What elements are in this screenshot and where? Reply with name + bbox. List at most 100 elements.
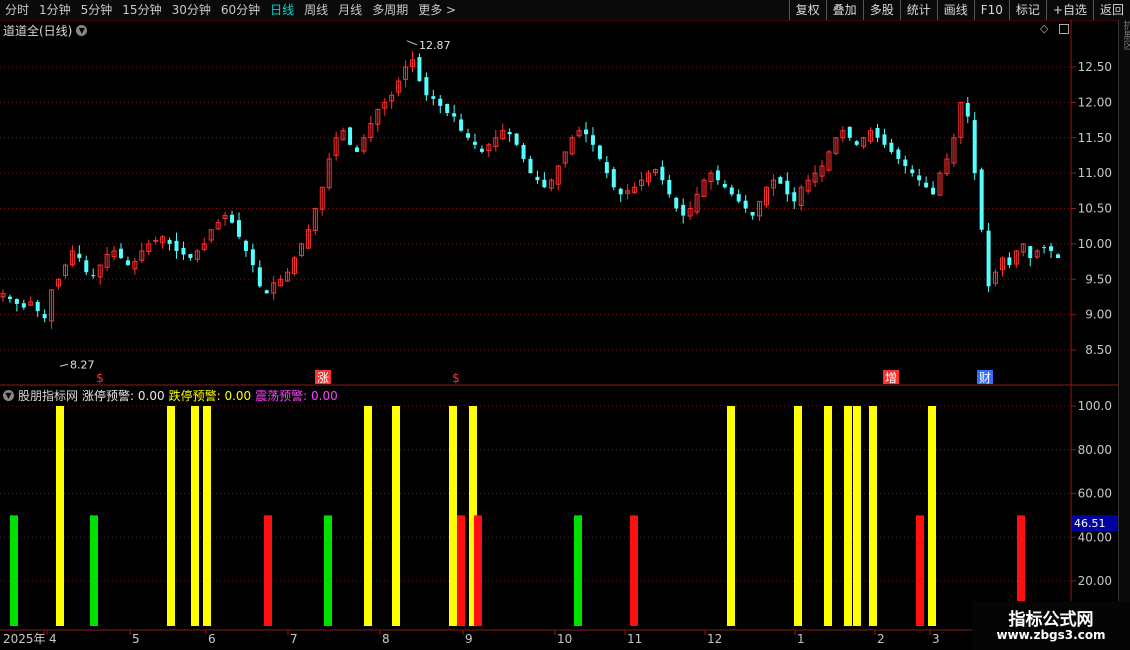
- restore-rights-button[interactable]: 复权: [788, 0, 826, 20]
- tab-1min[interactable]: 1分钟: [34, 0, 76, 20]
- candle-body: [153, 239, 159, 242]
- x-tick-label: 3: [932, 632, 940, 646]
- high-price-label: 12.87: [419, 39, 451, 52]
- candle-body: [181, 247, 186, 255]
- candle-body: [354, 147, 359, 152]
- candle-body: [924, 182, 929, 188]
- indicator-tick-label: 60.00: [1078, 487, 1112, 501]
- indicator-bar-yellow: [928, 406, 936, 626]
- price-tick-label: 12.00: [1078, 95, 1112, 109]
- candlesticks: [0, 51, 1060, 329]
- candle-body: [965, 102, 970, 117]
- diamond-icon[interactable]: ◇: [1040, 22, 1048, 35]
- chart-title-bar: 道道全(日线) ▼: [3, 22, 88, 39]
- f10-button[interactable]: F10: [973, 0, 1009, 20]
- tab-monthly[interactable]: 月线: [333, 0, 367, 20]
- candle-body: [479, 148, 484, 152]
- candle-body: [896, 149, 901, 159]
- x-tick-label: 7: [290, 632, 298, 646]
- tab-weekly[interactable]: 周线: [299, 0, 333, 20]
- candle-body: [431, 96, 436, 99]
- add-watchlist-button[interactable]: +自选: [1045, 0, 1093, 20]
- overlay-button[interactable]: 叠加: [825, 0, 863, 20]
- candle-body: [535, 176, 540, 181]
- tab-daily[interactable]: 日线: [265, 0, 299, 20]
- candle-body: [1028, 246, 1033, 259]
- candle-body: [584, 129, 589, 135]
- candle-body: [611, 169, 616, 188]
- candle-body: [250, 249, 255, 266]
- indicator-tick-label: 40.00: [1078, 530, 1112, 544]
- candle-body: [667, 179, 672, 195]
- chart-title: 道道全(日线): [3, 24, 73, 38]
- chevron-down-icon[interactable]: ▼: [76, 25, 88, 36]
- candle-body: [528, 158, 533, 174]
- candle-body: [750, 211, 755, 216]
- period-tabs: 分时 1分钟 5分钟 15分钟 30分钟 60分钟 日线 周线 月线 多周期 更…: [0, 0, 461, 20]
- tab-60min[interactable]: 60分钟: [216, 0, 265, 20]
- candle-body: [917, 175, 922, 181]
- candle-body: [660, 166, 665, 181]
- indicator-tick-label: 80.00: [1078, 443, 1112, 457]
- candle-body: [910, 169, 915, 174]
- candle-body: [35, 301, 40, 312]
- candle-body: [118, 248, 123, 259]
- square-icon[interactable]: [1059, 24, 1069, 34]
- candle-body: [264, 290, 269, 294]
- candle-body: [889, 142, 894, 152]
- candle-body: [722, 183, 727, 188]
- stock-chart[interactable]: 12.87 8.27 $ 涨 $ 增 财 12.50 12.00 11.50 11.00 10.5…: [0, 20, 1118, 650]
- candle-body: [972, 120, 977, 174]
- indicator-bar-red: [916, 515, 924, 626]
- indicator-bar-yellow: [364, 406, 372, 626]
- candle-body: [542, 179, 547, 188]
- price-tick-label: 12.50: [1078, 60, 1112, 74]
- x-tick-label: 12: [707, 632, 722, 646]
- candle-body: [42, 313, 47, 319]
- tab-more[interactable]: 更多 >: [413, 0, 461, 20]
- indicator-bar-yellow: [794, 406, 802, 626]
- price-grid: [0, 66, 1071, 351]
- x-tick-label: 4: [49, 632, 57, 646]
- event-marker-label: 涨: [317, 370, 329, 385]
- date-x-axis: 2025年 4 5 6 7 8 9 10 11 12 1 2 3: [3, 630, 940, 646]
- back-button[interactable]: 返回: [1092, 0, 1130, 20]
- sidebar-label: 扩展区: [1121, 20, 1130, 50]
- current-value-label: 46.51: [1074, 517, 1106, 530]
- candle-body: [91, 275, 96, 277]
- indicator-bar-yellow: [727, 406, 735, 626]
- candle-body: [236, 220, 241, 237]
- draw-line-button[interactable]: 画线: [936, 0, 974, 20]
- oscillation-warning: 震荡预警: 0.00: [255, 389, 338, 403]
- candle-body: [715, 170, 720, 181]
- indicator-grid: [0, 405, 1071, 582]
- candle-body: [459, 119, 464, 131]
- candle-body: [792, 192, 797, 202]
- tab-multi-period[interactable]: 多周期: [367, 0, 413, 20]
- multi-stock-button[interactable]: 多股: [862, 0, 900, 20]
- tab-15min[interactable]: 15分钟: [117, 0, 166, 20]
- candle-body: [188, 254, 193, 259]
- candle-body: [736, 194, 741, 202]
- statistics-button[interactable]: 统计: [899, 0, 937, 20]
- mark-button[interactable]: 标记: [1008, 0, 1046, 20]
- price-tick-label: 8.50: [1085, 343, 1112, 357]
- candle-body: [854, 141, 859, 145]
- right-sidebar[interactable]: 扩展区: [1118, 20, 1130, 630]
- indicator-bar-yellow: [869, 406, 877, 626]
- indicator-bar-yellow: [824, 406, 832, 626]
- candle-body: [1007, 257, 1012, 266]
- tab-30min[interactable]: 30分钟: [167, 0, 216, 20]
- indicator-bar-yellow: [853, 406, 861, 626]
- candle-body: [257, 267, 262, 287]
- indicator-bar-red: [630, 515, 638, 626]
- candle-body: [743, 200, 748, 209]
- watermark-title: 指标公式网: [1008, 610, 1094, 630]
- price-annotations: 12.87 8.27: [59, 39, 451, 371]
- tab-5min[interactable]: 5分钟: [76, 0, 118, 20]
- watermark: 指标公式网 www.zbgs3.com: [972, 601, 1130, 650]
- chevron-down-icon[interactable]: ▼: [3, 390, 14, 401]
- candle-body: [348, 127, 353, 145]
- tab-fenshi[interactable]: 分时: [0, 0, 34, 20]
- x-tick-label: 2: [877, 632, 885, 646]
